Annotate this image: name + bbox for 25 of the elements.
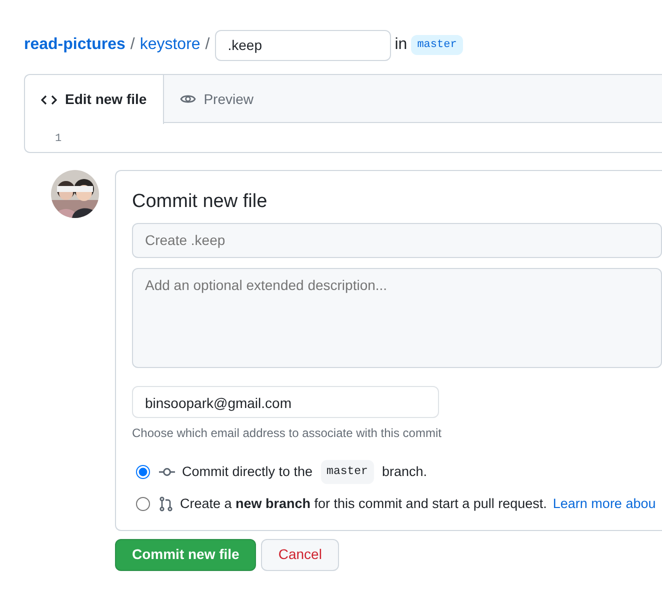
path-separator: / bbox=[205, 35, 210, 55]
email-select[interactable]: binsoopark@gmail.com bbox=[132, 386, 439, 418]
option-label: Create a new branch for this commit and start a pull request. bbox=[180, 494, 547, 513]
commit-button[interactable]: Commit new file bbox=[115, 538, 256, 571]
radio-button[interactable] bbox=[136, 464, 150, 479]
description-field[interactable]: Add an optional extended description... bbox=[132, 268, 662, 368]
email-hint: Choose which email address to associate with this commit bbox=[132, 425, 442, 442]
cancel-button[interactable]: Cancel bbox=[261, 538, 339, 571]
branch-code: master bbox=[320, 460, 374, 484]
in-label: in bbox=[394, 35, 408, 55]
editor-tab[interactable]: Preview bbox=[164, 75, 270, 123]
pull-request-icon bbox=[158, 496, 174, 512]
option-label: branch. bbox=[382, 462, 427, 481]
commit-summary-field[interactable]: Create .keep bbox=[132, 223, 662, 258]
editor-tab[interactable]: Edit new file bbox=[25, 75, 164, 124]
line-number: 1 bbox=[54, 132, 63, 147]
path-separator: / bbox=[130, 35, 135, 55]
radio-button[interactable] bbox=[136, 496, 150, 511]
repo-link[interactable]: read-pictures bbox=[24, 33, 126, 57]
commit-title: Commit new file bbox=[132, 190, 268, 214]
folder-link[interactable]: keystore bbox=[140, 33, 200, 57]
branch-label: master bbox=[411, 34, 463, 56]
learn-more-link[interactable]: Learn more abou bbox=[552, 494, 656, 514]
option-label: Commit directly to the bbox=[182, 462, 313, 481]
filename-field[interactable]: .keep bbox=[214, 30, 391, 60]
